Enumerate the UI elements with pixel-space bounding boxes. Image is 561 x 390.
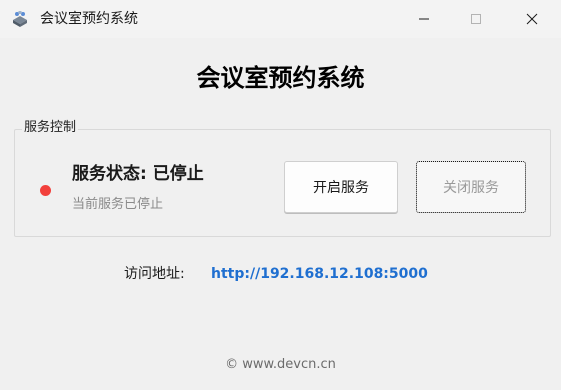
page-title: 会议室预约系统 (196, 64, 365, 92)
status-indicator (40, 185, 51, 196)
maximize-icon (471, 14, 481, 24)
access-url-label: 访问地址: (124, 266, 185, 282)
start-service-button[interactable]: 开启服务 (284, 161, 398, 213)
footer-copyright: © www.devcn.cn (225, 357, 336, 372)
window-title: 会议室预约系统 (40, 11, 138, 27)
app-window: 会议室预约系统 会议室预约系统 服务控制 服务状态: 已停止 当前服务已停止 开… (0, 0, 561, 390)
close-icon (526, 13, 538, 25)
close-button[interactable] (509, 0, 555, 38)
group-legend: 服务控制 (22, 120, 79, 136)
maximize-button[interactable] (453, 0, 499, 38)
title-bar[interactable]: 会议室预约系统 (0, 0, 561, 38)
access-url-link[interactable]: http://192.168.12.108:5000 (211, 265, 428, 283)
minimize-icon (419, 18, 429, 20)
stop-service-button[interactable]: 关闭服务 (416, 161, 526, 213)
service-status-detail: 当前服务已停止 (72, 197, 164, 212)
service-status-label: 服务状态: 已停止 (72, 164, 204, 184)
meeting-app-icon (13, 11, 27, 27)
minimize-button[interactable] (401, 0, 447, 38)
